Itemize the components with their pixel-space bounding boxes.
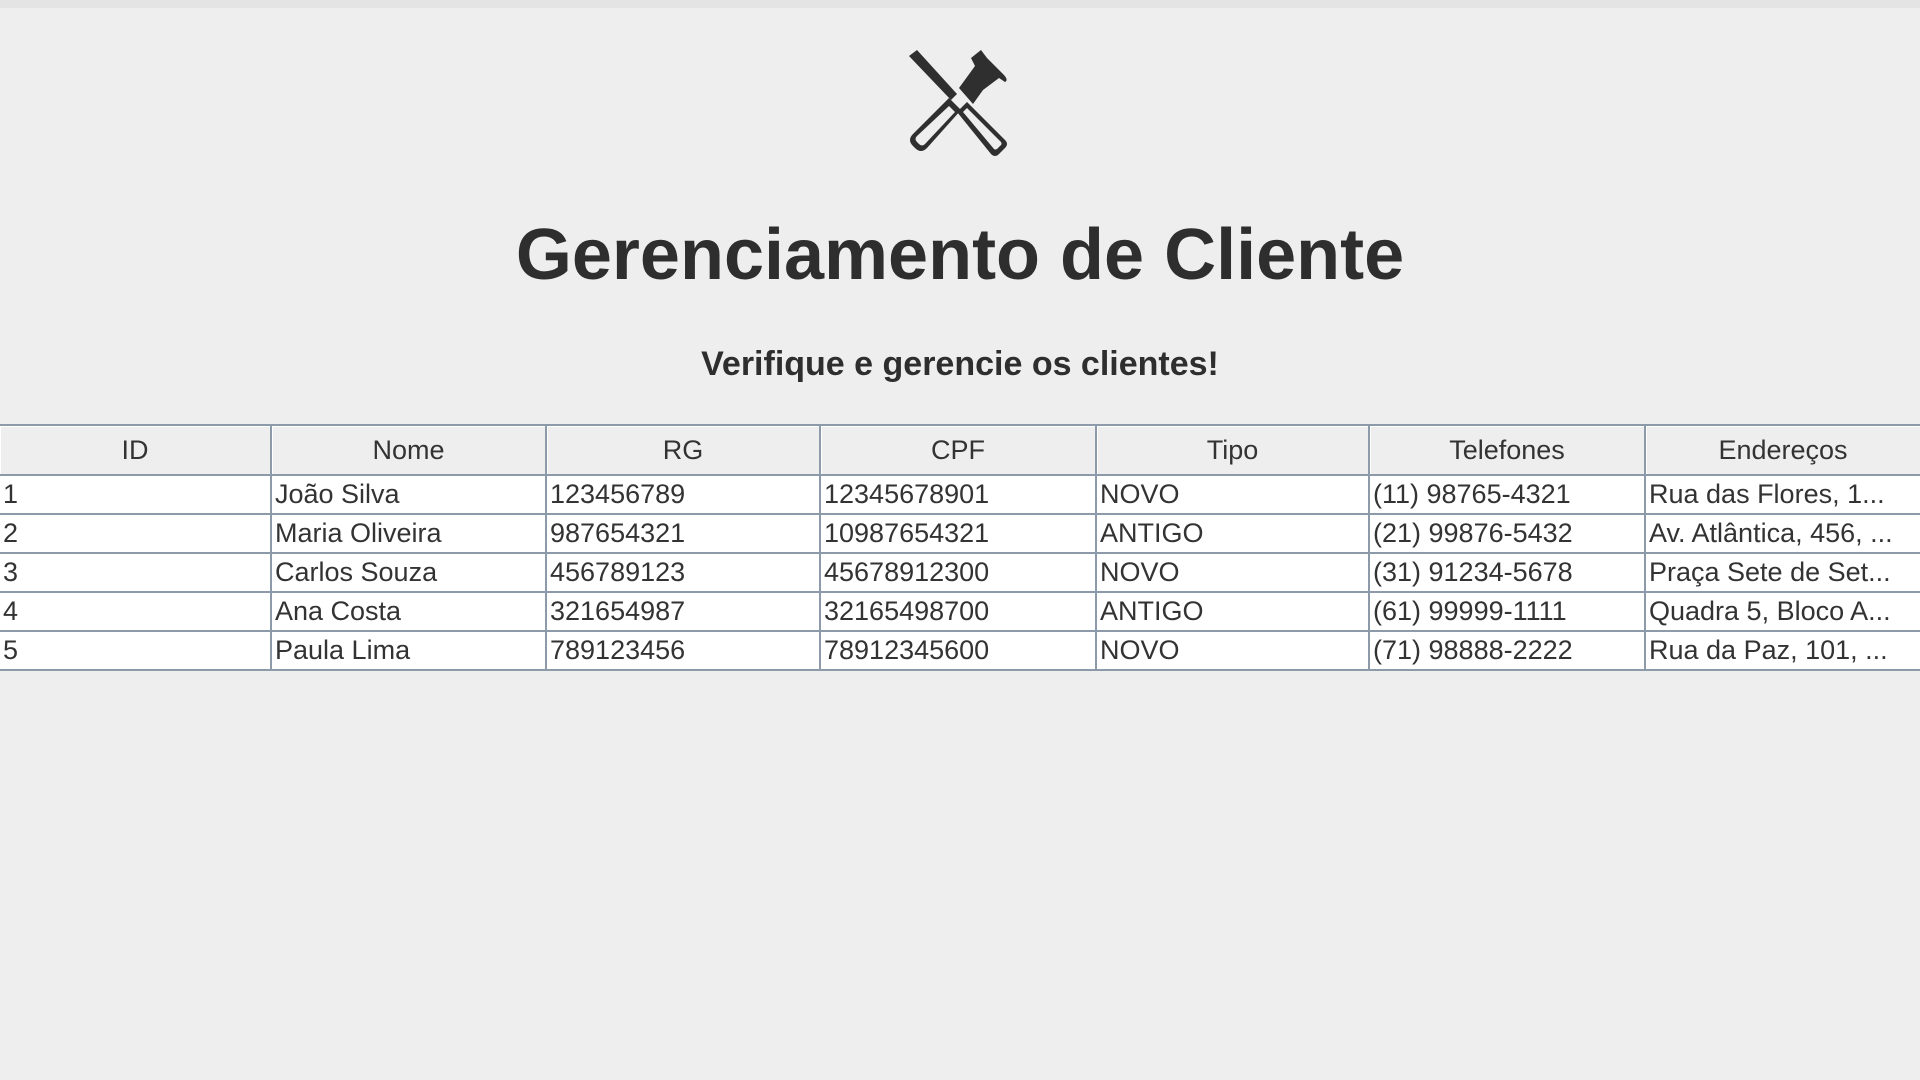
cell-cpf[interactable]: 10987654321 [819, 513, 1097, 554]
table-row[interactable]: 5 Paula Lima 789123456 78912345600 NOVO … [0, 630, 1920, 671]
cell-id[interactable]: 1 [0, 474, 272, 515]
clients-table-container[interactable]: ID Nome RG CPF Tipo Telefones Endereços … [0, 424, 1920, 671]
cell-telefones[interactable]: (21) 99876-5432 [1368, 513, 1646, 554]
cell-rg[interactable]: 321654987 [545, 591, 821, 632]
page-title: Gerenciamento de Cliente [515, 215, 1405, 295]
cell-nome[interactable]: Maria Oliveira [270, 513, 547, 554]
cell-cpf[interactable]: 78912345600 [819, 630, 1097, 671]
page-subtitle: Verifique e gerencie os clientes! [701, 345, 1219, 383]
cell-enderecos[interactable]: Rua da Paz, 101, ... [1644, 630, 1920, 671]
column-header-nome[interactable]: Nome [270, 424, 547, 476]
cell-tipo[interactable]: NOVO [1095, 630, 1370, 671]
column-header-cpf[interactable]: CPF [819, 424, 1097, 476]
cell-enderecos[interactable]: Av. Atlântica, 456, ... [1644, 513, 1920, 554]
tools-icon [905, 48, 1011, 158]
table-row[interactable]: 4 Ana Costa 321654987 32165498700 ANTIGO… [0, 591, 1920, 632]
clients-table[interactable]: ID Nome RG CPF Tipo Telefones Endereços … [0, 424, 1920, 671]
cell-id[interactable]: 5 [0, 630, 272, 671]
cell-cpf[interactable]: 45678912300 [819, 552, 1097, 593]
cell-id[interactable]: 4 [0, 591, 272, 632]
cell-enderecos[interactable]: Quadra 5, Bloco A... [1644, 591, 1920, 632]
cell-nome[interactable]: Ana Costa [270, 591, 547, 632]
column-header-rg[interactable]: RG [545, 424, 821, 476]
cell-telefones[interactable]: (71) 98888-2222 [1368, 630, 1646, 671]
cell-cpf[interactable]: 32165498700 [819, 591, 1097, 632]
column-header-telefones[interactable]: Telefones [1368, 424, 1646, 476]
cell-nome[interactable]: Carlos Souza [270, 552, 547, 593]
cell-enderecos[interactable]: Rua das Flores, 1... [1644, 474, 1920, 515]
table-row[interactable]: 2 Maria Oliveira 987654321 10987654321 A… [0, 513, 1920, 554]
cell-rg[interactable]: 456789123 [545, 552, 821, 593]
cell-rg[interactable]: 789123456 [545, 630, 821, 671]
column-header-id[interactable]: ID [0, 424, 272, 476]
cell-tipo[interactable]: ANTIGO [1095, 513, 1370, 554]
cell-telefones[interactable]: (31) 91234-5678 [1368, 552, 1646, 593]
cell-telefones[interactable]: (11) 98765-4321 [1368, 474, 1646, 515]
cell-cpf[interactable]: 12345678901 [819, 474, 1097, 515]
column-header-enderecos[interactable]: Endereços [1644, 424, 1920, 476]
column-header-tipo[interactable]: Tipo [1095, 424, 1370, 476]
cell-id[interactable]: 3 [0, 552, 272, 593]
table-header-row: ID Nome RG CPF Tipo Telefones Endereços [0, 424, 1920, 476]
cell-tipo[interactable]: ANTIGO [1095, 591, 1370, 632]
table-row[interactable]: 1 João Silva 123456789 12345678901 NOVO … [0, 474, 1920, 515]
cell-tipo[interactable]: NOVO [1095, 552, 1370, 593]
cell-enderecos[interactable]: Praça Sete de Set... [1644, 552, 1920, 593]
cell-tipo[interactable]: NOVO [1095, 474, 1370, 515]
window-top-edge [0, 0, 1920, 8]
cell-nome[interactable]: Paula Lima [270, 630, 547, 671]
cell-nome[interactable]: João Silva [270, 474, 547, 515]
cell-rg[interactable]: 987654321 [545, 513, 821, 554]
cell-id[interactable]: 2 [0, 513, 272, 554]
cell-telefones[interactable]: (61) 99999-1111 [1368, 591, 1646, 632]
table-row[interactable]: 3 Carlos Souza 456789123 45678912300 NOV… [0, 552, 1920, 593]
cell-rg[interactable]: 123456789 [545, 474, 821, 515]
